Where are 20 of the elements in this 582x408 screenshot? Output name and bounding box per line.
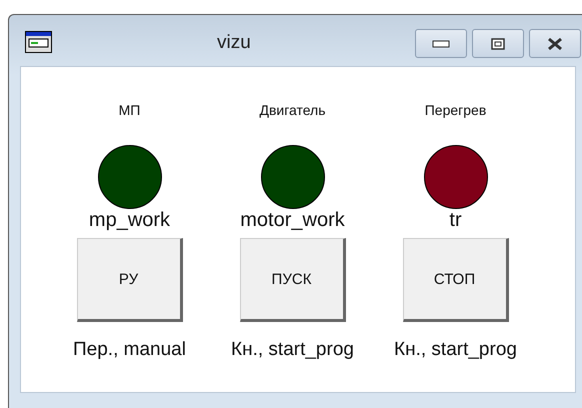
app-window-icon: [25, 30, 52, 52]
window-title: vizu: [217, 32, 251, 54]
control-button[interactable]: РУ: [76, 238, 182, 322]
maximize-button[interactable]: [472, 29, 524, 58]
button-caption: Пер., manual: [73, 339, 186, 361]
close-icon: [546, 36, 564, 50]
indicator-label: Перегрев: [424, 102, 486, 120]
variable-name: motor_work: [240, 209, 345, 232]
minimize-icon: [432, 40, 450, 48]
control-button[interactable]: ПУСК: [240, 238, 346, 322]
maximize-icon: [491, 38, 505, 50]
button-caption: Кн., start_prog: [394, 339, 517, 361]
indicator-label: Двигатель: [259, 102, 326, 120]
control-button[interactable]: СТОП: [402, 238, 508, 322]
variable-name: mp_work: [88, 209, 170, 232]
close-button[interactable]: [529, 29, 581, 58]
variable-name: tr: [449, 209, 462, 232]
indicator-label: МП: [118, 102, 140, 120]
button-caption: Кн., start_prog: [231, 339, 354, 361]
minimize-button[interactable]: [415, 29, 467, 58]
